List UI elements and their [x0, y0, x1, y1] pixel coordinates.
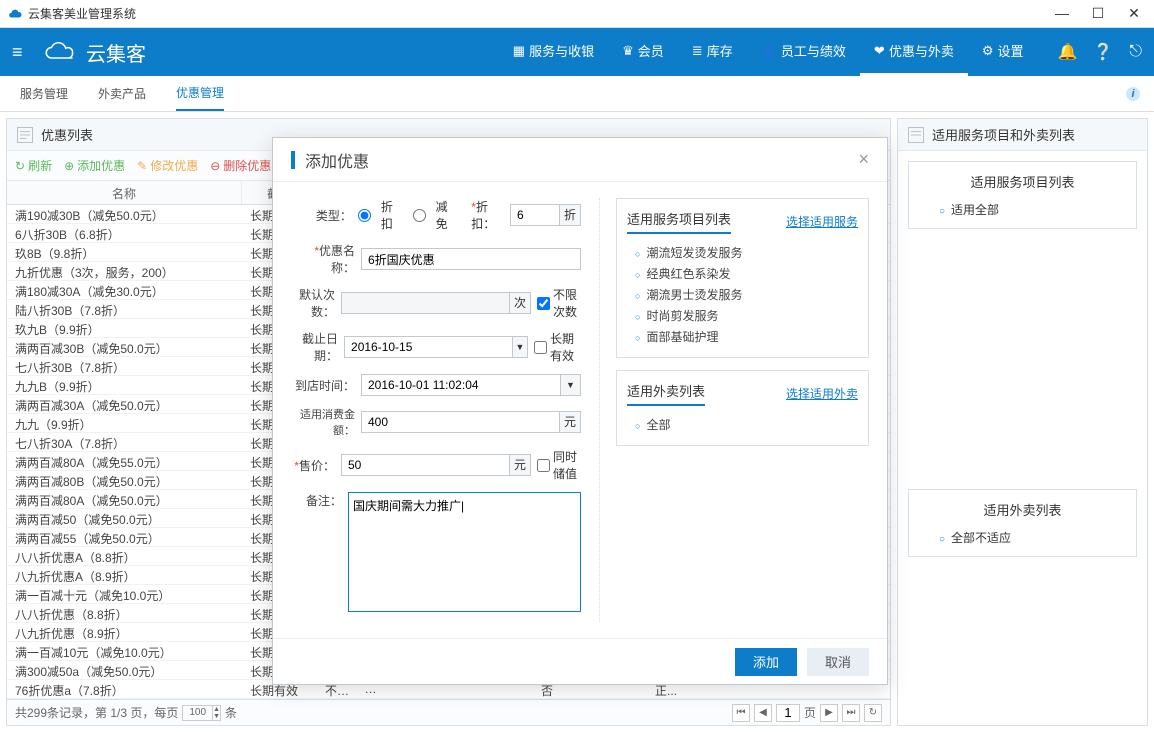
promo-name-input[interactable]	[361, 248, 581, 270]
modal-close-button[interactable]: ×	[858, 149, 869, 170]
list-item: 全部	[635, 414, 858, 435]
modal-accent-bar	[291, 151, 295, 169]
remark-textarea[interactable]	[348, 492, 581, 612]
list-item: 时尚剪发服务	[635, 305, 858, 326]
price-input[interactable]	[341, 454, 510, 476]
radio-discount[interactable]: 折扣	[358, 198, 403, 232]
list-item: 面部基础护理	[635, 326, 858, 347]
list-item: 经典红色系染发	[635, 263, 858, 284]
unlimited-checkbox[interactable]: 不限次数	[537, 286, 581, 320]
end-date-input[interactable]	[344, 336, 513, 358]
discount-value-input[interactable]	[510, 204, 560, 226]
modal-title: 添加优惠	[305, 148, 858, 172]
select-takeout-link[interactable]: 选择适用外卖	[786, 385, 858, 402]
default-count-input	[341, 292, 510, 314]
modal-overlay: 添加优惠 × 类型： 折扣 减免 *折扣： 折 *优惠名称： 默认次数：	[0, 0, 1154, 719]
list-item: 潮流短发烫发服务	[635, 242, 858, 263]
list-item: 潮流男士烫发服务	[635, 284, 858, 305]
modal-ok-button[interactable]: 添加	[735, 648, 797, 676]
select-service-link[interactable]: 选择适用服务	[786, 213, 858, 230]
arrive-time-picker-button[interactable]: ▼	[561, 374, 581, 396]
apply-service-section: 适用服务项目列表 选择适用服务 潮流短发烫发服务经典红色系染发潮流男士烫发服务时…	[616, 198, 869, 358]
long-valid-checkbox[interactable]: 长期有效	[534, 330, 581, 364]
store-same-checkbox[interactable]: 同时储值	[537, 448, 581, 482]
apply-takeout-section: 适用外卖列表 选择适用外卖 全部	[616, 370, 869, 446]
end-date-picker-button[interactable]: ▼	[513, 336, 528, 358]
add-promo-modal: 添加优惠 × 类型： 折扣 减免 *折扣： 折 *优惠名称： 默认次数：	[272, 137, 888, 685]
apply-amount-input[interactable]	[361, 411, 560, 433]
radio-deduct[interactable]: 减免	[413, 198, 458, 232]
modal-cancel-button[interactable]: 取消	[807, 648, 869, 676]
arrive-time-input[interactable]	[361, 374, 561, 396]
